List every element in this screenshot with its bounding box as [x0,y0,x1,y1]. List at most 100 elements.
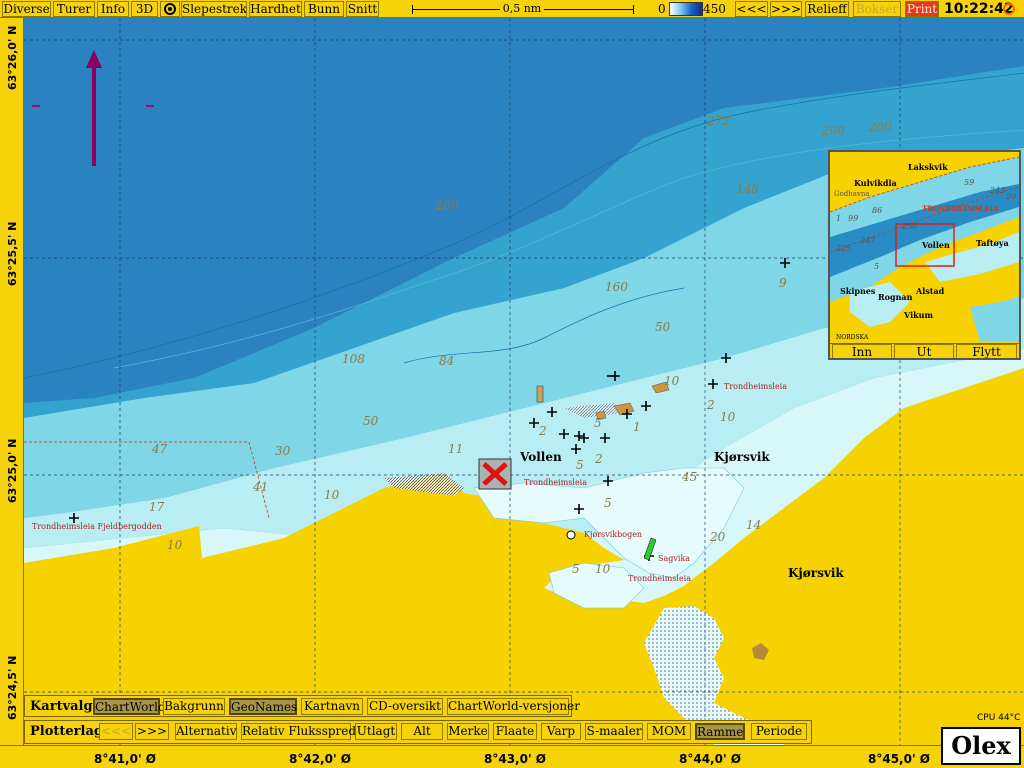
label-kjorsvikbogen: Kjørsvikbogen [584,530,643,539]
depth-label: 11 [448,442,464,456]
depth-label: 272 [707,114,730,128]
depth-gradient[interactable] [669,2,703,16]
depth-label: 5 [572,562,580,576]
depth-label: 200 [822,124,845,138]
depth-label: 41 [253,480,269,494]
menu-hardhet[interactable]: Hardhet [249,1,302,17]
depth-label: 200 [869,120,892,134]
label-trondheimsleia: Trondheimsleia [524,478,588,487]
kartvalg-label: Kartvalg [30,699,93,714]
varp-toggle[interactable]: Varp [541,723,581,740]
depth-label: 47 [152,442,168,456]
depth-scale-min: 0 [658,2,666,16]
depth-label: 50 [655,320,671,334]
merke-toggle[interactable]: Merke [447,723,489,740]
lat-label: 63°25,5' N [6,221,19,286]
plotter-prev-button[interactable]: <<< [99,723,133,740]
depth-label: 45 [682,470,698,484]
bakgrunn-toggle[interactable]: Bakgrunn [163,698,225,715]
latitude-strip: 63°26,0' N 63°25,5' N 63°25,0' N 63°24,5… [0,18,24,745]
zoom-out-button[interactable]: Ut [894,344,954,358]
menu-snitt[interactable]: Snitt [346,1,379,17]
depth-label: 160 [605,280,628,294]
lat-label: 63°26,0' N [6,25,19,90]
print-button[interactable]: Print [905,1,939,17]
place-kjorsvik: Kjørsvik [788,566,844,580]
lon-label: 8°45,0' Ø [868,752,931,766]
depth-label: 84 [439,354,455,368]
inset-buttons: Inn Ut Flytt [830,343,1019,358]
depth-label: 10 [664,374,680,388]
relief-button[interactable]: Relieff [805,1,849,17]
place-vollen: Vollen [520,450,562,464]
depth-label: 2 [595,452,603,466]
lon-label: 8°43,0' Ø [484,752,547,766]
depth-label: 2 [539,424,547,438]
depth-label: 2 [707,398,715,412]
label-sagvika: Sagvika [658,554,691,563]
menu-info[interactable]: Info [97,1,129,17]
scale-label: 0,5 nm [500,2,544,15]
flaate-toggle[interactable]: Flaate [493,723,537,740]
alternativ-toggle[interactable]: Alternativ [175,723,237,740]
kartnavn-toggle[interactable]: Kartnavn [301,698,363,715]
lat-label: 63°25,0' N [6,438,19,503]
olex-logo: Olex [941,727,1021,765]
periode-toggle[interactable]: Periode [751,723,807,740]
longitude-strip: 8°41,0' Ø 8°42,0' Ø 8°43,0' Ø 8°44,0' Ø … [0,745,1024,768]
lon-label: 8°41,0' Ø [94,752,157,766]
lon-label: 8°42,0' Ø [289,752,352,766]
depth-label: 50 [363,414,379,428]
chartworld-toggle[interactable]: ChartWorld [93,698,166,715]
target-icon[interactable] [160,1,180,17]
depth-label: 10 [720,410,736,424]
chart-map[interactable]: Vollen Kjørsvik Kjørsvik 272 200 200 148… [24,18,1024,745]
depth-label: 108 [342,352,365,366]
depth-label: 1 [633,420,641,434]
light-icon [566,530,576,540]
plotter-next-button[interactable]: >>> [135,723,169,740]
cd-oversikt-toggle[interactable]: CD-oversikt [367,698,443,715]
depth-label: 20 [710,530,726,544]
zoom-in-button[interactable]: Inn [832,344,892,358]
cpu-temperature: CPU 44°C [977,713,1021,723]
depth-label: 17 [149,500,165,514]
label-trondheimsleia: Trondheimsleia [724,382,788,391]
depth-label: 148 [736,182,759,196]
vessel-marker-icon [478,458,512,490]
utlagt-toggle[interactable]: Utlagt [355,723,397,740]
top-menu-bar: Diverse Turer Info 3D Slepestrek Hardhet… [0,0,1024,18]
menu-bunn[interactable]: Bunn [304,1,344,17]
chartworld-versions-toggle[interactable]: ChartWorld-versjoner [447,698,580,715]
s-maaler-toggle[interactable]: S-maaler [585,723,643,740]
depth-label: 10 [167,538,183,552]
alt-toggle[interactable]: Alt [401,723,443,740]
plotterlag-panel: Plotterlag <<< >>> Alternativ Relativ Fl… [24,720,812,744]
menu-turer[interactable]: Turer [53,1,95,17]
depth-label: 10 [595,562,611,576]
geonames-toggle[interactable]: GeoNames [229,698,297,715]
tower-icon [536,385,544,403]
depth-label: 5 [594,416,602,430]
plotterlag-label: Plotterlag [30,724,103,739]
menu-slepestrek[interactable]: Slepestrek [181,1,247,17]
move-button[interactable]: Flytt [956,344,1017,358]
overview-inset[interactable]: Lakskvik Kulvikdla Godhavna TRONDHEIMSLE… [828,150,1021,360]
ramme-toggle[interactable]: Ramme [695,723,745,740]
lat-label: 63°24,5' N [6,655,19,720]
relativ-fluksspred-toggle[interactable]: Relativ Fluksspred [241,723,356,740]
lon-label: 8°44,0' Ø [679,752,742,766]
mom-toggle[interactable]: MOM [647,723,691,740]
depth-label: 30 [275,444,291,458]
next-button[interactable]: >>> [770,1,802,17]
bokser-button[interactable]: Bokser [853,1,901,17]
depth-label: 10 [324,488,340,502]
depth-label: 9 [779,276,787,290]
place-kjorsvik: Kjørsvik [714,450,770,464]
prev-button[interactable]: <<< [735,1,768,17]
depth-label: 260 [436,198,459,212]
sun-icon[interactable] [1003,3,1015,15]
label-fjeldbergodden: Trondheimsleia Fjeldbergodden [32,522,162,531]
menu-3d[interactable]: 3D [131,1,158,17]
depth-label: 14 [746,518,762,532]
